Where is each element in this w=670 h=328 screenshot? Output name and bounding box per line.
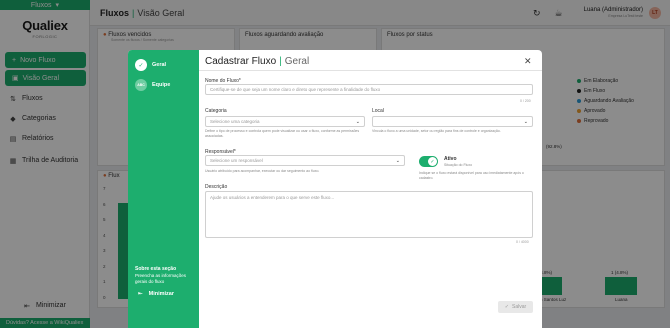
responsible-placeholder: Selecione um responsável xyxy=(210,158,263,163)
step-label: Geral xyxy=(152,62,167,68)
active-sublabel: Situação do Fluxo xyxy=(444,163,473,167)
name-counter: 0 / 200 xyxy=(520,99,531,103)
active-toggle[interactable]: ✓ xyxy=(419,156,438,167)
name-placeholder: Certifique-se de que seja um nome claro … xyxy=(210,87,381,92)
collapse-icon: ⇤ xyxy=(138,291,143,297)
chevron-down-icon: ⌄ xyxy=(355,119,360,125)
active-help: Indique se o fluxo estará disponível par… xyxy=(419,171,524,180)
category-help: Define o tipo de processo e controla que… xyxy=(205,129,360,138)
modal-title-sub: Geral xyxy=(284,56,310,67)
name-input[interactable]: Certifique-se de que seja um nome claro … xyxy=(205,84,533,95)
modal-title: Cadastrar Fluxo | Geral xyxy=(205,56,310,67)
modal-form: Cadastrar Fluxo | Geral ✕ Nome do Fluxo* C… xyxy=(199,50,542,328)
local-help: Vincula o fluxo a uma unidade, setor ou … xyxy=(372,129,501,133)
chevron-down-icon: ⌄ xyxy=(395,158,400,164)
save-button[interactable]: ✓ Salvar xyxy=(498,301,533,313)
description-label: Descrição xyxy=(205,184,228,190)
category-placeholder: Selecione uma categoria xyxy=(210,119,260,124)
save-label: Salvar xyxy=(512,304,527,310)
description-textarea[interactable]: Ajude os usuários a entenderem para o qu… xyxy=(205,191,533,238)
modal-title-main: Cadastrar Fluxo xyxy=(205,56,277,67)
register-flow-modal: ✓ Geral ABC Equipe Sobre esta seção Pree… xyxy=(128,50,542,328)
description-placeholder: Ajude os usuários a entenderem para o qu… xyxy=(210,195,335,200)
check-icon: ✓ xyxy=(428,157,437,166)
step-team[interactable]: ABC Equipe xyxy=(135,79,170,91)
modal-minimize[interactable]: ⇤ Minimizar xyxy=(138,291,174,297)
active-label: Ativo xyxy=(444,156,457,162)
responsible-help: Usuário atribuído para acompanhar, execu… xyxy=(205,169,320,173)
divider xyxy=(199,70,542,71)
section-text: Preencha as informações gerais do fluxo xyxy=(135,273,187,284)
check-icon: ✓ xyxy=(135,59,147,71)
description-counter: 0 / 4000 xyxy=(516,240,529,244)
step-label: Equipe xyxy=(152,82,171,88)
category-label: Categoria xyxy=(205,108,227,114)
responsible-select[interactable]: Selecione um responsável ⌄ xyxy=(205,155,405,166)
close-icon[interactable]: ✕ xyxy=(524,56,532,67)
category-select[interactable]: Selecione uma categoria ⌄ xyxy=(205,116,365,127)
chevron-down-icon: ⌄ xyxy=(523,119,528,125)
modal-steps-panel: ✓ Geral ABC Equipe Sobre esta seção Pree… xyxy=(128,50,199,328)
local-label: Local xyxy=(372,108,384,114)
local-select[interactable]: ⌄ xyxy=(372,116,533,127)
step-badge: ABC xyxy=(135,79,147,91)
check-icon: ✓ xyxy=(504,304,509,310)
section-title: Sobre esta seção xyxy=(135,266,177,272)
minimize-label: Minimizar xyxy=(148,291,174,297)
step-general[interactable]: ✓ Geral xyxy=(135,59,166,71)
